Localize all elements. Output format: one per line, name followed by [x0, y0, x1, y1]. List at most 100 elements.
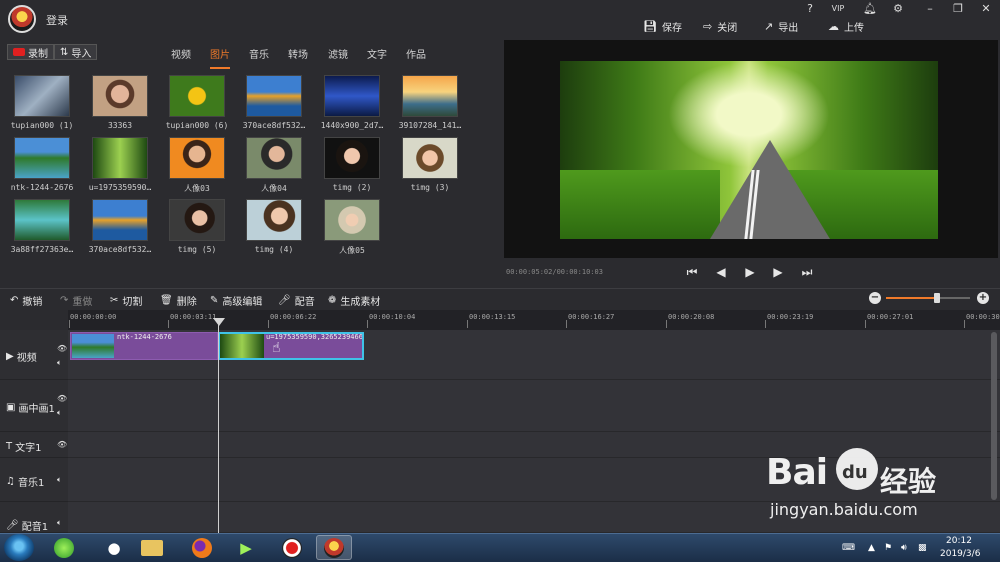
media-thumb[interactable]: tupian000 (6)	[164, 75, 230, 130]
media-thumb[interactable]: timg (2)	[319, 137, 385, 192]
timeline-scrollbar[interactable]	[991, 332, 997, 500]
zoom-out-icon[interactable]: −	[869, 292, 881, 304]
video-editor-taskbar-icon[interactable]	[316, 535, 352, 560]
undo-button[interactable]: ↶ 撤销	[10, 293, 42, 308]
zoom-slider-handle[interactable]	[934, 293, 940, 303]
track-name: 配音1	[21, 522, 49, 533]
export-button[interactable]: ↗ 导出	[764, 18, 798, 34]
dub-button[interactable]: 🎤︎ 配音	[278, 293, 315, 308]
import-button[interactable]: ⇅ 导入	[54, 44, 98, 60]
media-thumb[interactable]: timg (4)	[241, 199, 307, 254]
undo-label: 撤销	[22, 297, 43, 308]
recorder-icon[interactable]	[274, 535, 310, 560]
cut-button[interactable]: ✂ 切割	[110, 293, 142, 308]
help-button[interactable]: ?	[801, 2, 819, 16]
folder-icon[interactable]	[134, 535, 170, 560]
app-logo-icon[interactable]	[8, 5, 36, 33]
ruler-tick-label: 00:00:23:19	[767, 313, 814, 321]
speaker-icon[interactable]: 🔈︎	[57, 358, 62, 368]
save-button[interactable]: 💾︎ 保存	[643, 18, 682, 34]
skip-start-icon[interactable]: ⏮︎	[684, 264, 700, 280]
thumb-label: timg (4)	[254, 245, 294, 254]
play-icon[interactable]: ▶︎	[742, 264, 758, 280]
login-link[interactable]: 登录	[46, 12, 68, 28]
media-thumb[interactable]: 39107284_141…	[397, 75, 463, 130]
preview-road	[710, 140, 830, 239]
step-forward-icon[interactable]: ▶︎	[770, 264, 786, 280]
media-thumb[interactable]: tupian000 (1)	[9, 75, 75, 130]
window-close-icon[interactable]: ✕	[977, 2, 995, 16]
tab-works[interactable]: 作品	[406, 46, 426, 61]
track-label-voice: 🎤︎ 配音1	[6, 518, 48, 533]
media-thumb[interactable]: timg (3)	[397, 137, 463, 192]
import-label: 导入	[71, 48, 92, 60]
eye-icon[interactable]: 👁︎	[57, 440, 67, 449]
tab-video[interactable]: 视频	[171, 46, 191, 61]
music-note-icon: ♫	[6, 476, 15, 487]
media-thumb[interactable]: 3a88ff27363e…	[9, 199, 75, 254]
media-thumb[interactable]: 33363	[87, 75, 153, 130]
watermark-logo-text: Bai	[766, 452, 828, 493]
playhead-handle[interactable]	[213, 318, 225, 326]
maximize-icon[interactable]: ❐	[949, 2, 967, 16]
media-thumb[interactable]: 1440x900_2d7…	[319, 75, 385, 130]
media-thumb[interactable]: 人像04	[241, 137, 307, 194]
media-thumb[interactable]: 370ace8df532…	[87, 199, 153, 254]
upload-button[interactable]: ☁ 上传	[828, 18, 864, 34]
media-thumb[interactable]: timg (5)	[164, 199, 230, 254]
speaker-icon[interactable]: 🔈︎	[57, 408, 62, 418]
speaker-icon[interactable]: 🔈︎	[57, 475, 62, 485]
skip-end-icon[interactable]: ⏭︎	[799, 264, 815, 280]
media-thumb[interactable]: 人像03	[164, 137, 230, 194]
vip-icon[interactable]: VIP	[829, 2, 847, 16]
clock-time[interactable]: 20:12	[946, 536, 972, 546]
flag-icon[interactable]: ⚑	[884, 543, 892, 553]
tab-transition[interactable]: 转场	[288, 46, 308, 61]
media-thumb[interactable]: u=1975359590…	[87, 137, 153, 192]
thumb-label: timg (2)	[332, 183, 372, 192]
clock-date[interactable]: 2019/3/6	[940, 549, 980, 559]
eye-icon[interactable]: 👁︎	[57, 394, 67, 403]
close-button[interactable]: ⇨ 关闭	[703, 18, 737, 34]
media-thumb[interactable]: 370ace8df532…	[241, 75, 307, 130]
edit-toolbar	[0, 288, 1000, 310]
network-icon[interactable]: ▩	[918, 543, 927, 553]
thumb-label: timg (5)	[177, 245, 217, 254]
tab-filter[interactable]: 滤镜	[328, 46, 348, 61]
close-label: 关闭	[717, 22, 738, 34]
ruler-tick-label: 00:00:20:08	[668, 313, 715, 321]
ruler-tick-label: 00:00:03:11	[170, 313, 217, 321]
tab-image[interactable]: 图片	[210, 46, 230, 69]
playhead-line[interactable]	[218, 324, 219, 534]
tray-arrow-icon[interactable]: ▲	[868, 543, 875, 553]
zoom-in-icon[interactable]: +	[977, 292, 989, 304]
thumb-label: 39107284_141…	[398, 121, 462, 130]
minimize-icon[interactable]: –	[921, 2, 939, 16]
generate-button[interactable]: ❁ 生成素材	[328, 293, 380, 308]
redo-button[interactable]: ↷ 重做	[60, 293, 92, 308]
media-thumb[interactable]: 人像05	[319, 199, 385, 256]
step-back-icon[interactable]: ◀︎	[713, 264, 729, 280]
tab-music[interactable]: 音乐	[249, 46, 269, 61]
delete-button[interactable]: 🗑︎ 删除	[160, 293, 197, 308]
taskbar-app-icon[interactable]	[46, 535, 82, 560]
zoom-slider-fill	[886, 297, 938, 299]
gear-icon[interactable]: ⚙	[889, 2, 907, 16]
media-player-icon[interactable]: ▶︎	[228, 535, 264, 560]
dub-label: 配音	[294, 297, 315, 308]
record-button[interactable]: 录制	[7, 44, 54, 60]
thumb-image	[324, 137, 380, 179]
tab-text[interactable]: 文字	[367, 46, 387, 61]
firefox-icon[interactable]	[184, 535, 220, 560]
keyboard-icon[interactable]: ⌨	[842, 543, 855, 553]
media-thumb[interactable]: ntk-1244-2676	[9, 137, 75, 192]
speaker-icon[interactable]: 🔈︎	[57, 518, 62, 528]
track-pip[interactable]	[68, 380, 1000, 432]
advanced-edit-button[interactable]: ✎ 高级编辑	[210, 293, 262, 308]
volume-icon[interactable]: 🔊︎	[901, 543, 907, 553]
thumb-image	[246, 199, 302, 241]
bell-icon[interactable]: 🔔︎	[861, 2, 879, 16]
qq-icon[interactable]: ●	[96, 535, 132, 560]
start-button[interactable]	[4, 534, 34, 561]
eye-icon[interactable]: 👁︎	[57, 344, 67, 353]
